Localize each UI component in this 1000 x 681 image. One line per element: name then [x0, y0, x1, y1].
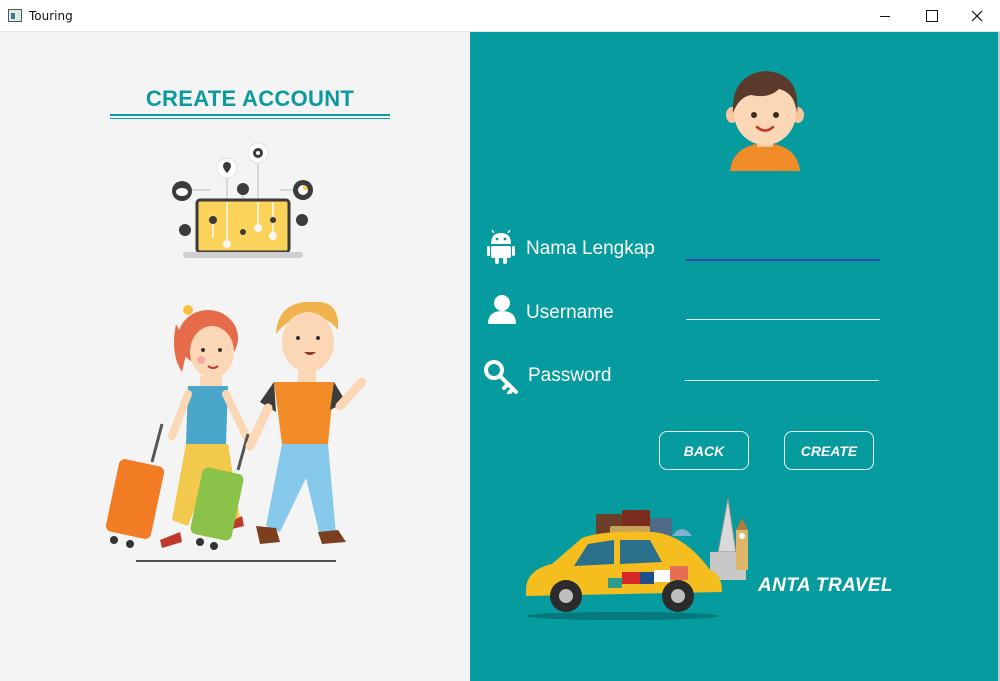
username-label: Username [526, 302, 614, 323]
taxi-with-luggage-illustration [526, 497, 748, 620]
heading-underline [110, 114, 390, 119]
app-window: Touring CREATE ACCOUNT Nama Lengkap User… [0, 0, 1000, 681]
close-icon [971, 10, 983, 22]
password-field[interactable] [685, 355, 879, 381]
nama-lengkap-label: Nama Lengkap [526, 238, 655, 259]
minimize-button[interactable] [862, 0, 908, 32]
username-field[interactable] [686, 294, 880, 320]
nama-lengkap-field[interactable] [686, 235, 880, 261]
create-button[interactable]: CREATE [784, 431, 874, 470]
close-button[interactable] [954, 0, 1000, 32]
left-panel: CREATE ACCOUNT [0, 32, 470, 681]
user-icon [488, 295, 516, 324]
page-title: CREATE ACCOUNT [145, 86, 355, 111]
android-icon [487, 230, 515, 264]
app-icon [8, 9, 22, 22]
boy-avatar-icon [726, 71, 804, 171]
title-bar[interactable]: Touring [0, 0, 1000, 32]
brand-name: ANTA TRAVEL [758, 575, 893, 596]
travelers-with-luggage-illustration [105, 301, 367, 562]
back-button[interactable]: BACK [659, 431, 749, 470]
laptop-network-illustration [172, 142, 313, 258]
window-title: Touring [29, 9, 73, 23]
password-label: Password [528, 365, 612, 386]
maximize-button[interactable] [908, 0, 954, 32]
right-panel: Nama Lengkap Username Password BACK CREA… [470, 32, 1000, 681]
key-icon [484, 360, 518, 394]
